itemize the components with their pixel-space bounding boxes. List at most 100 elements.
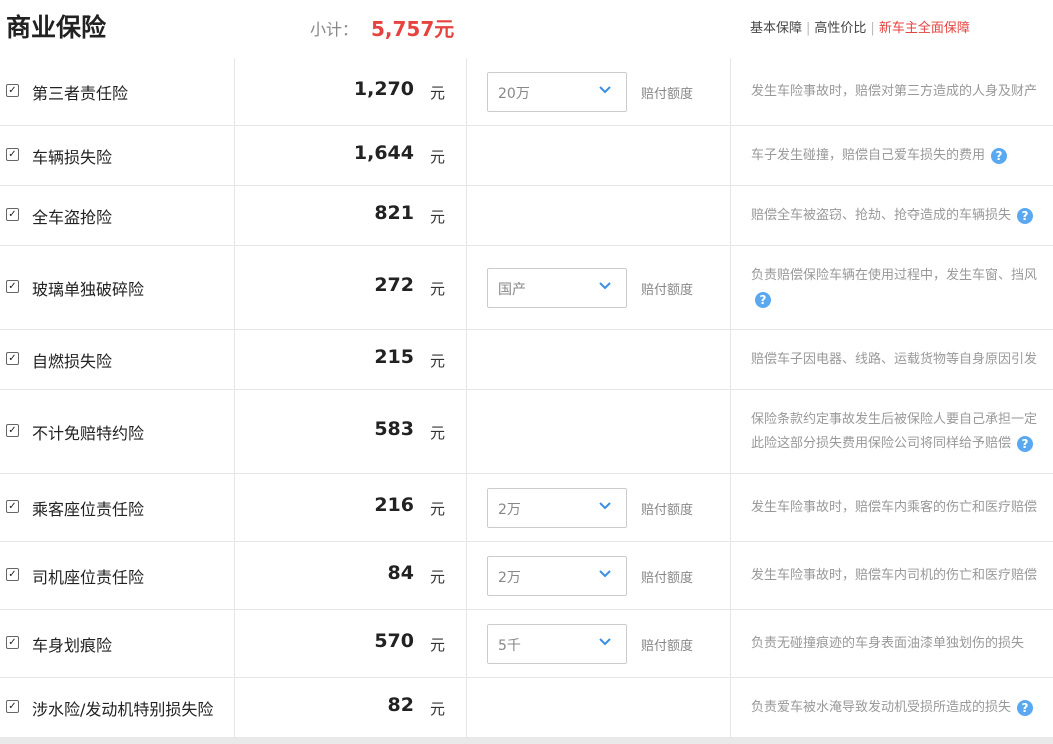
currency-unit: 元 <box>430 148 446 166</box>
coverage-select[interactable]: 国产 <box>487 268 627 308</box>
table-row: ✓ 自燃损失险 215 元 赔偿车子因电器、线路、运载货物等自身原因引发 <box>0 330 1053 390</box>
row-checkbox[interactable]: ✓ <box>6 280 19 293</box>
column-divider <box>234 390 235 473</box>
limit-label: 赔付额度 <box>641 283 694 298</box>
coverage-description: 发生车险事故时，赔偿车内乘客的伤亡和医疗赔偿 <box>751 496 1053 520</box>
bottom-bar <box>0 738 1053 744</box>
limit-label: 赔付额度 <box>641 87 694 102</box>
table-row: ✓ 玻璃单独破碎险 272 元 国产 赔付额度 负责赔偿保险车辆在使用过程中，发生车窗、挡风… <box>0 246 1053 330</box>
description-line: 赔偿车子因电器、线路、运载货物等自身原因引发 <box>751 352 1038 367</box>
column-divider <box>730 58 731 125</box>
coverage-select[interactable]: 2万 <box>487 556 627 596</box>
filter-value[interactable]: 高性价比 <box>814 21 866 36</box>
coverage-select[interactable]: 5千 <box>487 624 627 664</box>
column-divider <box>234 126 235 185</box>
coverage-description: 发生车险事故时，赔偿车内司机的伤亡和医疗赔偿 <box>751 564 1053 588</box>
column-divider <box>234 330 235 389</box>
column-divider <box>466 542 467 609</box>
row-checkbox[interactable]: ✓ <box>6 148 19 161</box>
description-line: 发生车险事故时，赔偿车内司机的伤亡和医疗赔偿 <box>751 568 1038 583</box>
premium-amount: 82 <box>387 694 414 716</box>
coverage-select[interactable]: 20万 <box>487 72 627 112</box>
table-row: ✓ 车身划痕险 570 元 5千 赔付额度 负责无碰撞痕迹的车身表面油漆单独划伤的损失 <box>0 610 1053 678</box>
column-divider <box>234 474 235 541</box>
table-row: ✓ 涉水险/发动机特别损失险 82 元 负责爱车被水淹导致发动机受损所造成的损失? <box>0 678 1053 738</box>
insurance-table: ✓ 第三者责任险 1,270 元 20万 赔付额度 发生车险事故时，赔偿对第三方造成的人身及… <box>0 58 1053 738</box>
limit-label: 赔付额度 <box>641 639 694 654</box>
row-checkbox[interactable]: ✓ <box>6 208 19 221</box>
help-icon[interactable]: ? <box>1017 435 1034 452</box>
column-divider <box>466 246 467 329</box>
coverage-select-value: 5千 <box>498 638 521 654</box>
column-divider <box>234 246 235 329</box>
description-line: 车子发生碰撞，赔偿自己爱车损失的费用 <box>751 148 986 163</box>
header: 商业保险 小计： 5,757元 基本保障 | 高性价比 | 新车主全面保障 <box>0 0 1053 58</box>
insurance-name: 第三者责任险 <box>32 84 129 103</box>
table-row: ✓ 全车盗抢险 821 元 赔偿全车被盗窃、抢劫、抢夺造成的车辆损失? <box>0 186 1053 246</box>
description-line: 此险这部分损失费用保险公司将同样给予赔偿 <box>751 436 1012 451</box>
row-checkbox[interactable]: ✓ <box>6 84 19 97</box>
help-icon[interactable]: ? <box>1017 207 1034 224</box>
filter-basic[interactable]: 基本保障 <box>750 21 802 36</box>
column-divider <box>730 126 731 185</box>
column-divider <box>730 678 731 737</box>
column-divider <box>730 330 731 389</box>
premium-amount: 272 <box>374 274 414 296</box>
insurance-name: 乘客座位责任险 <box>32 500 145 519</box>
chevron-down-icon <box>599 638 611 646</box>
currency-unit: 元 <box>430 84 446 102</box>
row-checkbox[interactable]: ✓ <box>6 568 19 581</box>
currency-unit: 元 <box>430 700 446 718</box>
help-icon[interactable]: ? <box>991 147 1008 164</box>
subtotal-label: 小计： <box>310 20 359 39</box>
coverage-description: 负责爱车被水淹导致发动机受损所造成的损失? <box>751 696 1053 720</box>
coverage-select-value: 国产 <box>498 282 526 298</box>
currency-unit: 元 <box>430 636 446 654</box>
currency-unit: 元 <box>430 208 446 226</box>
coverage-select-value: 2万 <box>498 502 521 518</box>
coverage-select[interactable]: 2万 <box>487 488 627 528</box>
help-icon[interactable]: ? <box>755 291 771 308</box>
row-checkbox[interactable]: ✓ <box>6 424 19 437</box>
column-divider <box>234 58 235 125</box>
insurance-name: 全车盗抢险 <box>32 208 113 227</box>
column-divider <box>466 390 467 473</box>
limit-label: 赔付额度 <box>641 571 694 586</box>
currency-unit: 元 <box>430 280 446 298</box>
row-checkbox[interactable]: ✓ <box>6 700 19 713</box>
chevron-down-icon <box>599 502 611 510</box>
column-divider <box>466 58 467 125</box>
column-divider <box>466 474 467 541</box>
description-line: 保险条款约定事故发生后被保险人要自己承担一定 <box>751 412 1038 427</box>
column-divider <box>730 246 731 329</box>
coverage-description: 赔偿车子因电器、线路、运载货物等自身原因引发 <box>751 348 1053 372</box>
column-divider <box>234 186 235 245</box>
filter-new-owner[interactable]: 新车主全面保障 <box>879 21 970 36</box>
column-divider <box>466 186 467 245</box>
column-divider <box>234 678 235 737</box>
chevron-down-icon <box>599 570 611 578</box>
coverage-select-value: 2万 <box>498 570 521 586</box>
row-checkbox[interactable]: ✓ <box>6 352 19 365</box>
description-line: 发生车险事故时，赔偿对第三方造成的人身及财产 <box>751 84 1038 99</box>
coverage-description: 赔偿全车被盗窃、抢劫、抢夺造成的车辆损失? <box>751 204 1053 228</box>
coverage-description: 负责无碰撞痕迹的车身表面油漆单独划伤的损失 <box>751 632 1053 656</box>
column-divider <box>234 610 235 677</box>
help-icon[interactable]: ? <box>1017 699 1034 716</box>
row-checkbox[interactable]: ✓ <box>6 500 19 513</box>
column-divider <box>730 474 731 541</box>
column-divider <box>466 610 467 677</box>
column-divider <box>466 126 467 185</box>
description-line: 负责赔偿保险车辆在使用过程中，发生车窗、挡风 <box>751 268 1038 283</box>
insurance-name: 司机座位责任险 <box>32 568 145 587</box>
column-divider <box>234 542 235 609</box>
divider: | <box>806 21 811 36</box>
limit-label: 赔付额度 <box>641 503 694 518</box>
row-checkbox[interactable]: ✓ <box>6 636 19 649</box>
premium-amount: 84 <box>387 562 414 584</box>
chevron-down-icon <box>599 282 611 290</box>
divider: | <box>870 21 875 36</box>
coverage-description: 车子发生碰撞，赔偿自己爱车损失的费用? <box>751 144 1053 168</box>
premium-amount: 821 <box>374 202 414 224</box>
insurance-name: 自燃损失险 <box>32 352 113 371</box>
